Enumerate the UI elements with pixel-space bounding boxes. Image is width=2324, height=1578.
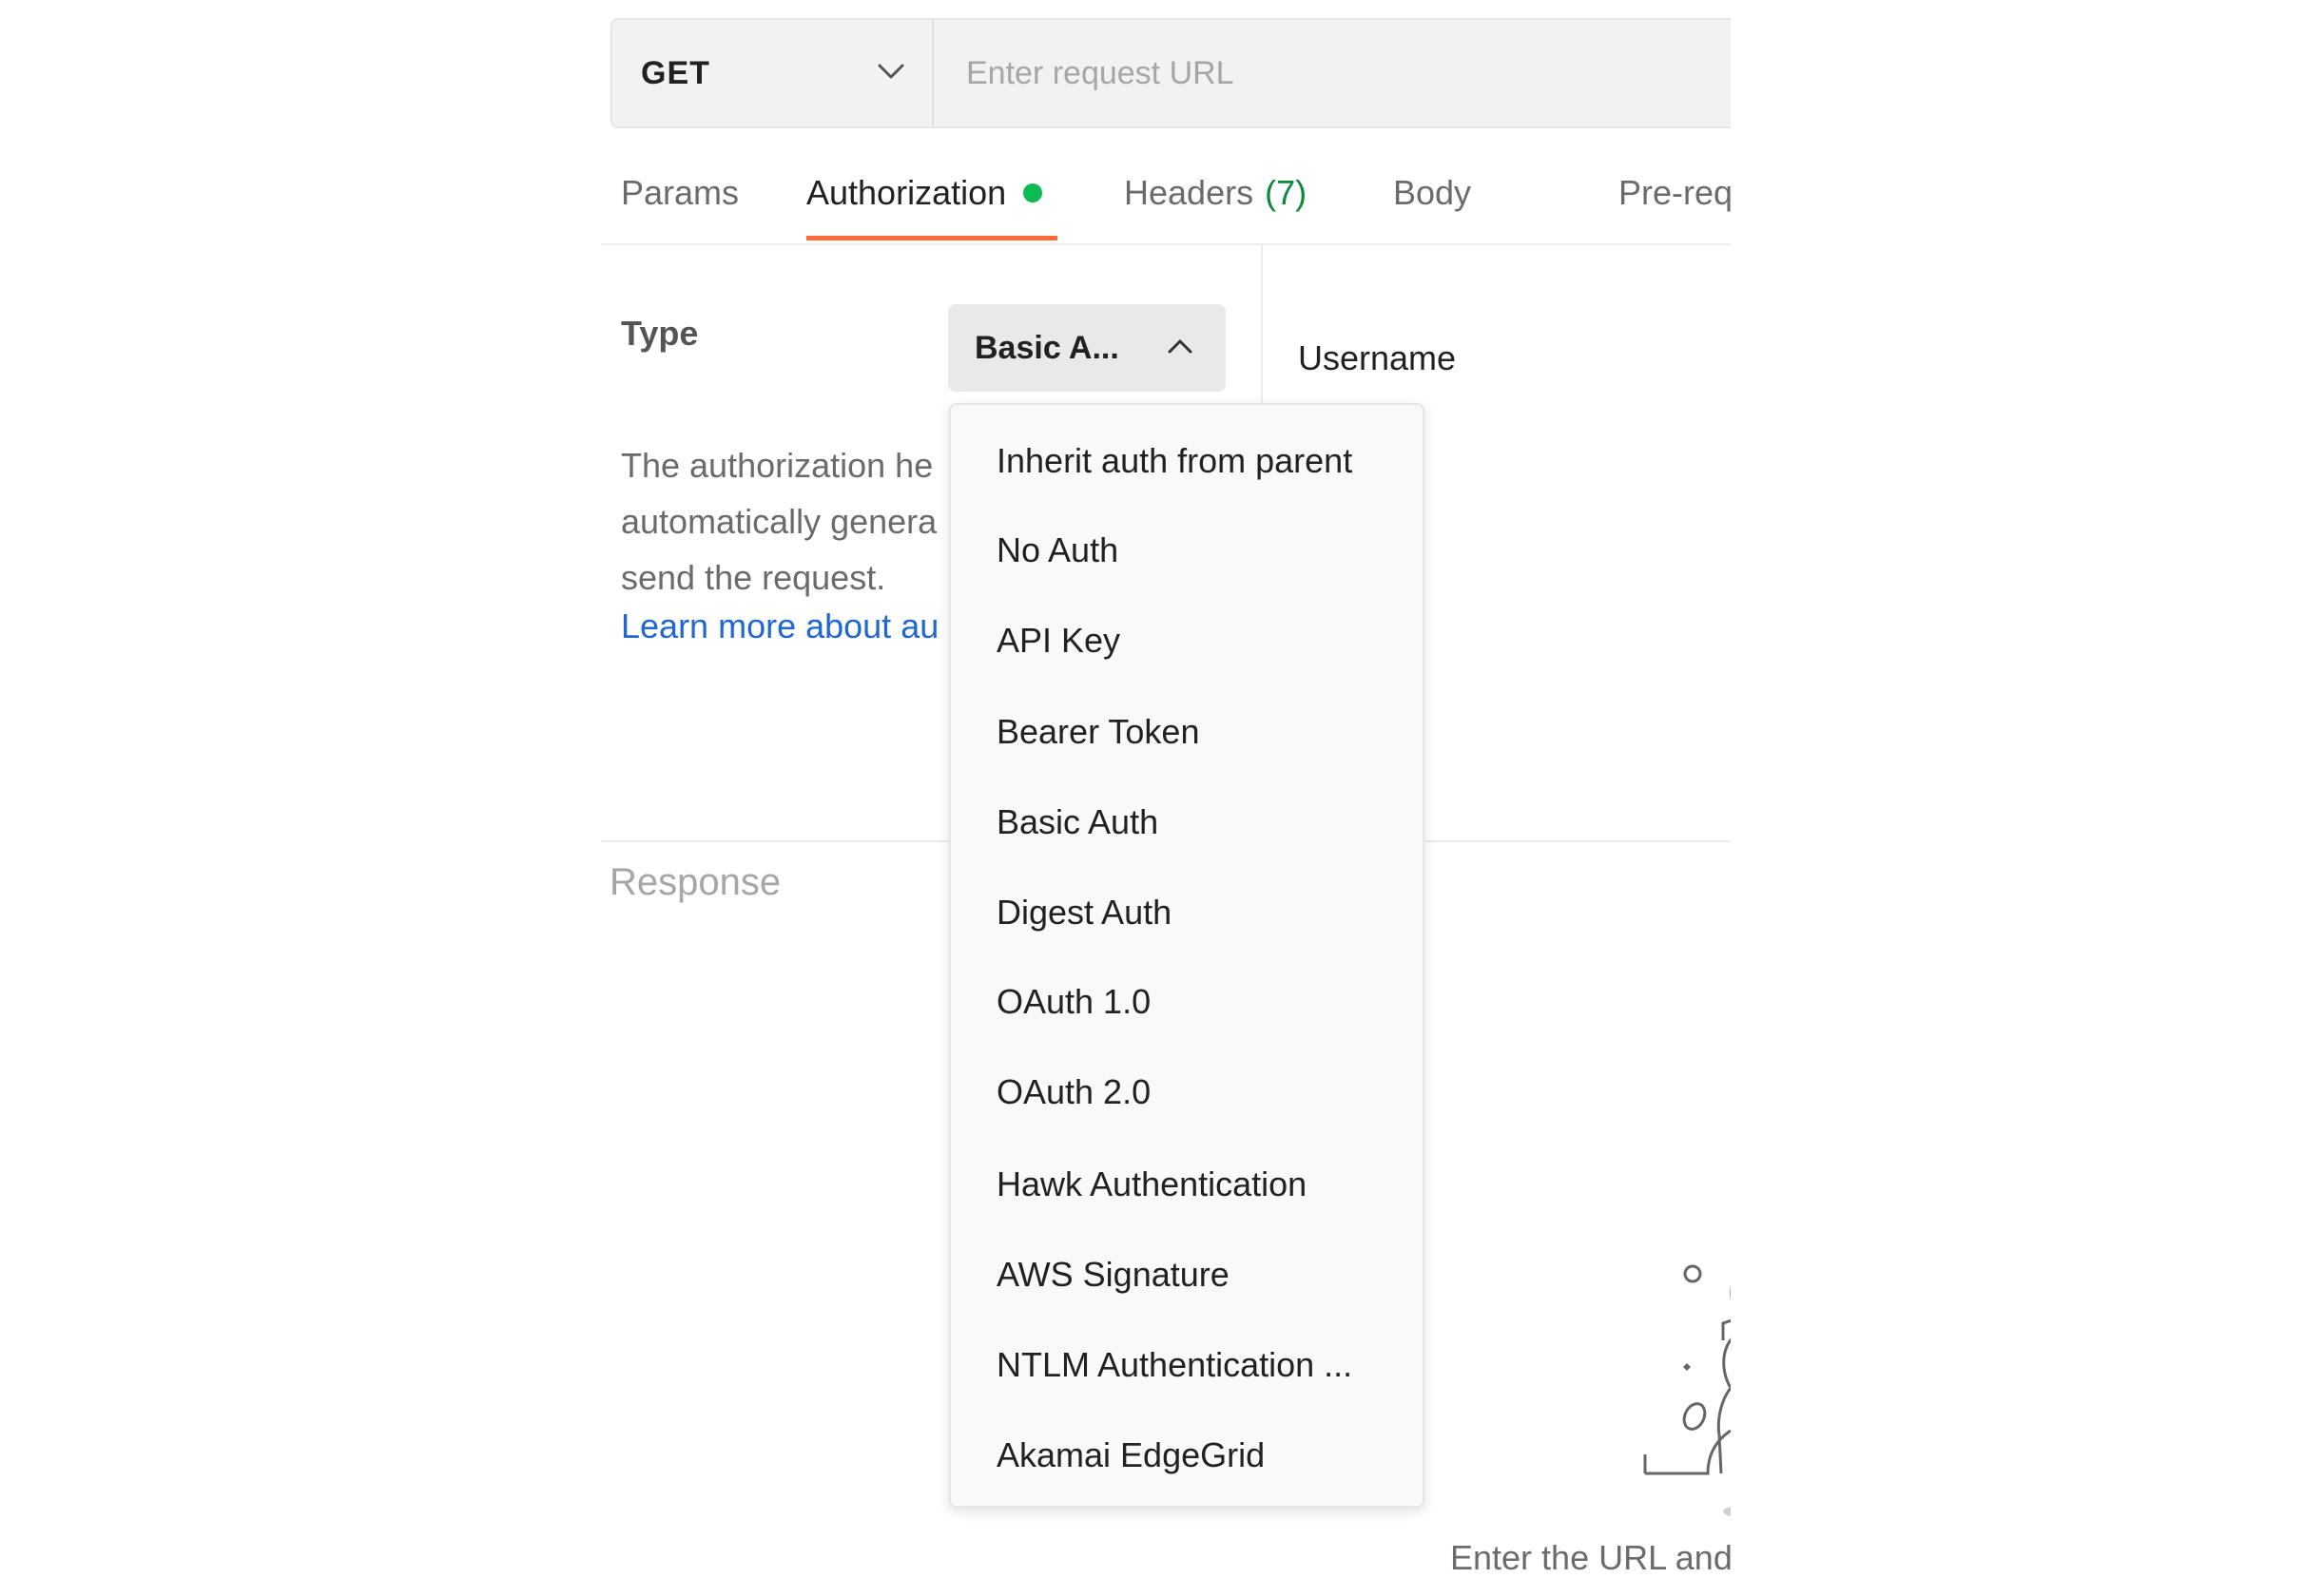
tab-label: Params bbox=[621, 173, 740, 212]
menu-item-no-auth[interactable]: No Auth bbox=[997, 530, 1118, 570]
menu-item-akamai-edgegrid[interactable]: Akamai EdgeGrid bbox=[997, 1435, 1265, 1475]
menu-item-oauth-2[interactable]: OAuth 2.0 bbox=[997, 1072, 1151, 1112]
menu-item-ntlm-authentication[interactable]: NTLM Authentication ... bbox=[997, 1345, 1352, 1385]
type-label: Type bbox=[621, 314, 699, 353]
menu-item-oauth-1[interactable]: OAuth 1.0 bbox=[997, 982, 1151, 1022]
method-label: GET bbox=[641, 54, 710, 91]
method-select[interactable]: GET bbox=[612, 20, 934, 126]
tab-label: Body bbox=[1393, 173, 1472, 212]
menu-item-api-key[interactable]: API Key bbox=[997, 621, 1120, 661]
auth-type-select[interactable]: Basic A... bbox=[948, 304, 1226, 392]
menu-item-hawk-authentication[interactable]: Hawk Authentication bbox=[997, 1164, 1307, 1204]
url-input[interactable] bbox=[964, 53, 1731, 93]
active-tab-underline bbox=[806, 236, 1057, 241]
astronaut-illustration-icon bbox=[1617, 1236, 1731, 1526]
menu-item-bearer-token[interactable]: Bearer Token bbox=[997, 712, 1199, 752]
tab-params[interactable]: Params bbox=[621, 173, 739, 213]
url-input-wrapper bbox=[934, 20, 1731, 126]
tab-body[interactable]: Body bbox=[1393, 173, 1471, 213]
menu-item-inherit-auth[interactable]: Inherit auth from parent bbox=[997, 441, 1352, 481]
username-label: Username bbox=[1298, 338, 1457, 377]
tab-pre-request[interactable]: Pre-request bbox=[1618, 173, 1731, 213]
menu-item-aws-signature[interactable]: AWS Signature bbox=[997, 1255, 1230, 1295]
request-tabs: Params Authorization Headers (7) Body Pr… bbox=[601, 152, 1731, 245]
chevron-down-icon bbox=[877, 63, 905, 85]
learn-more-link[interactable]: Learn more about au bbox=[621, 606, 939, 646]
auth-type-value: Basic A... bbox=[975, 329, 1119, 366]
postman-request-pane: GET Params Authorization Headers (7) Bod… bbox=[0, 0, 1731, 1578]
auth-type-menu: Inherit auth from parent No Auth API Key… bbox=[949, 403, 1424, 1508]
response-title: Response bbox=[610, 861, 782, 903]
status-dot-icon bbox=[1023, 183, 1043, 202]
tab-authorization[interactable]: Authorization bbox=[806, 173, 1043, 213]
tab-label: Authorization bbox=[806, 173, 1007, 212]
response-hint: Enter the URL and bbox=[1450, 1538, 1731, 1577]
menu-item-basic-auth[interactable]: Basic Auth bbox=[997, 802, 1158, 842]
menu-item-digest-auth[interactable]: Digest Auth bbox=[997, 893, 1172, 933]
tab-label: Pre-request bbox=[1618, 173, 1731, 212]
url-bar: GET bbox=[610, 18, 1731, 128]
tab-label: Headers bbox=[1124, 173, 1254, 212]
chevron-up-icon bbox=[1167, 337, 1193, 359]
tab-headers[interactable]: Headers (7) bbox=[1124, 173, 1307, 213]
headers-count: (7) bbox=[1265, 173, 1307, 212]
